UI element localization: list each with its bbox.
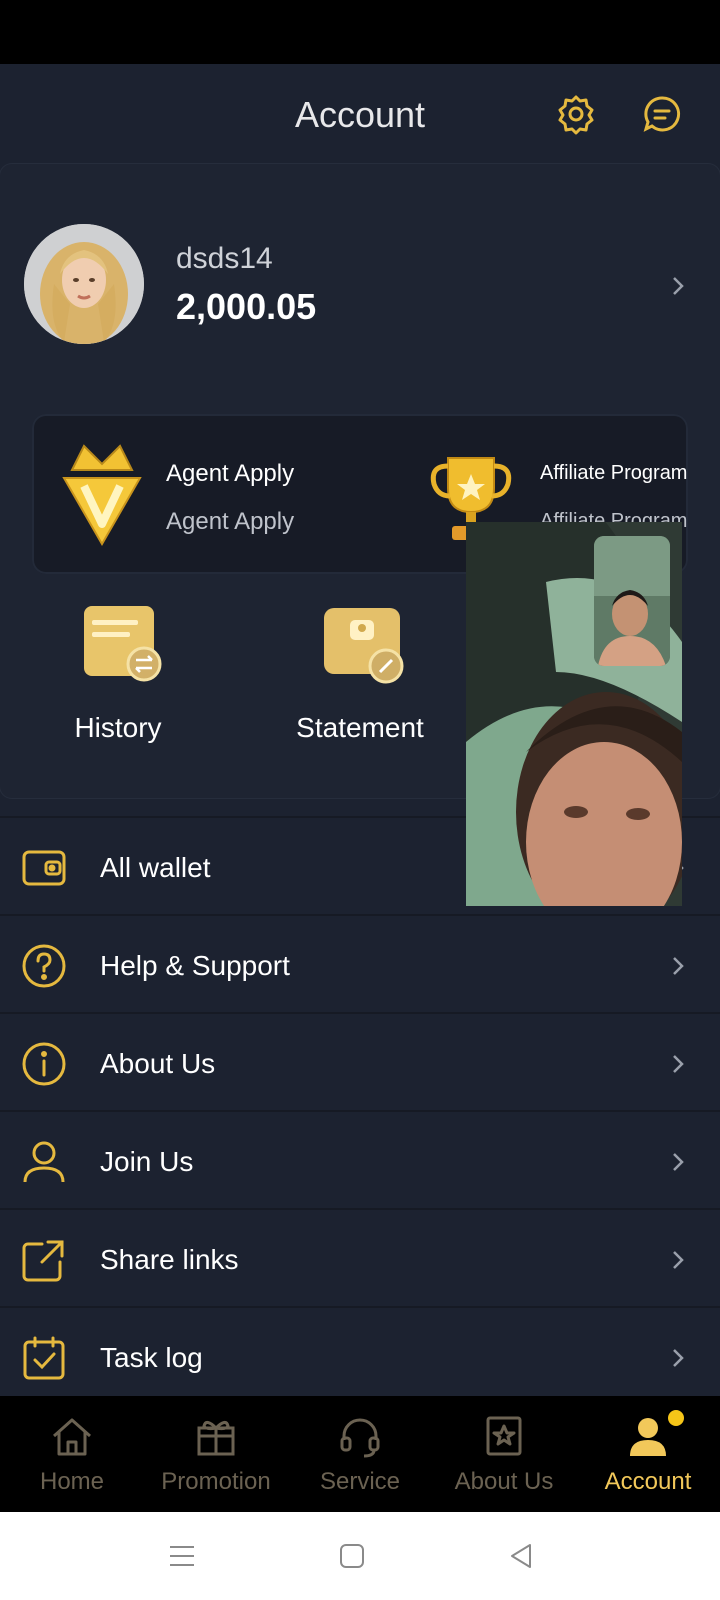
info-circle-icon bbox=[20, 1040, 68, 1088]
share-icon bbox=[20, 1236, 68, 1284]
nav-label: Home bbox=[39, 1468, 105, 1495]
app-header: Account bbox=[0, 64, 720, 164]
wallet-icon bbox=[20, 844, 68, 892]
chevron-right-icon bbox=[666, 954, 690, 978]
menu-label: Share links bbox=[100, 1244, 239, 1275]
person-icon bbox=[626, 1414, 670, 1458]
video-call-overlay[interactable] bbox=[466, 522, 682, 906]
home-square-icon[interactable] bbox=[338, 1542, 366, 1570]
nav-promotion[interactable]: Promotion bbox=[144, 1396, 288, 1512]
chat-bubble-icon[interactable] bbox=[640, 92, 684, 136]
avatar[interactable] bbox=[24, 224, 144, 344]
bookmark-star-icon bbox=[482, 1414, 526, 1458]
promo-title: Agent Apply bbox=[166, 460, 295, 487]
bottom-nav: Home Promotion Service About Us Account bbox=[0, 1396, 720, 1512]
chevron-right-icon bbox=[666, 1346, 690, 1370]
username: dsds14 bbox=[176, 242, 273, 275]
status-bar bbox=[0, 0, 720, 64]
nav-about-us[interactable]: About Us bbox=[432, 1396, 576, 1512]
back-triangle-icon[interactable] bbox=[508, 1542, 536, 1570]
history-button[interactable]: History bbox=[18, 594, 218, 774]
quick-action-label: History bbox=[74, 712, 162, 743]
user-icon bbox=[20, 1138, 68, 1186]
nav-label: Service bbox=[319, 1468, 401, 1495]
menu-item-help-support[interactable]: Help & Support bbox=[0, 914, 720, 1012]
self-view-pip[interactable] bbox=[594, 536, 670, 666]
home-icon bbox=[50, 1414, 94, 1458]
menu-label: Task log bbox=[100, 1342, 203, 1373]
statement-wallet-icon bbox=[320, 600, 406, 686]
menu-item-about-us[interactable]: About Us bbox=[0, 1012, 720, 1110]
menu-label: All wallet bbox=[100, 852, 211, 883]
nav-label: About Us bbox=[454, 1468, 554, 1495]
menu-label: Help & Support bbox=[100, 950, 290, 981]
menu-item-join-us[interactable]: Join Us bbox=[0, 1110, 720, 1208]
menu-item-task-log[interactable]: Task log bbox=[0, 1306, 720, 1404]
system-nav-bar bbox=[0, 1512, 720, 1600]
menu-label: About Us bbox=[100, 1048, 216, 1079]
question-circle-icon bbox=[20, 942, 68, 990]
menu-lines-icon[interactable] bbox=[168, 1542, 196, 1570]
menu-label: Join Us bbox=[100, 1146, 194, 1177]
balance-amount: 2,000.05 bbox=[176, 286, 317, 327]
agent-apply-card[interactable]: Agent Apply Agent Apply bbox=[54, 414, 354, 574]
promo-title: Affiliate Program bbox=[540, 462, 688, 484]
task-check-icon bbox=[20, 1334, 68, 1382]
crown-diamond-icon bbox=[54, 434, 150, 550]
promo-subtitle: Agent Apply bbox=[166, 508, 295, 535]
headset-icon bbox=[338, 1414, 382, 1458]
chevron-right-icon[interactable] bbox=[666, 274, 690, 298]
gear-icon[interactable] bbox=[554, 92, 598, 136]
statement-button[interactable]: Statement bbox=[260, 594, 460, 774]
chevron-right-icon bbox=[666, 1052, 690, 1076]
page-title: Account bbox=[294, 94, 426, 135]
notification-badge bbox=[668, 1410, 684, 1426]
history-document-icon bbox=[78, 600, 164, 686]
gift-icon bbox=[194, 1414, 238, 1458]
menu-item-share-links[interactable]: Share links bbox=[0, 1208, 720, 1306]
quick-action-label: Statement bbox=[296, 712, 424, 743]
chevron-right-icon bbox=[666, 1150, 690, 1174]
nav-account[interactable]: Account bbox=[576, 1396, 720, 1512]
nav-service[interactable]: Service bbox=[288, 1396, 432, 1512]
nav-home[interactable]: Home bbox=[0, 1396, 144, 1512]
nav-label: Promotion bbox=[161, 1468, 271, 1495]
chevron-right-icon bbox=[666, 1248, 690, 1272]
nav-label: Account bbox=[604, 1468, 692, 1495]
